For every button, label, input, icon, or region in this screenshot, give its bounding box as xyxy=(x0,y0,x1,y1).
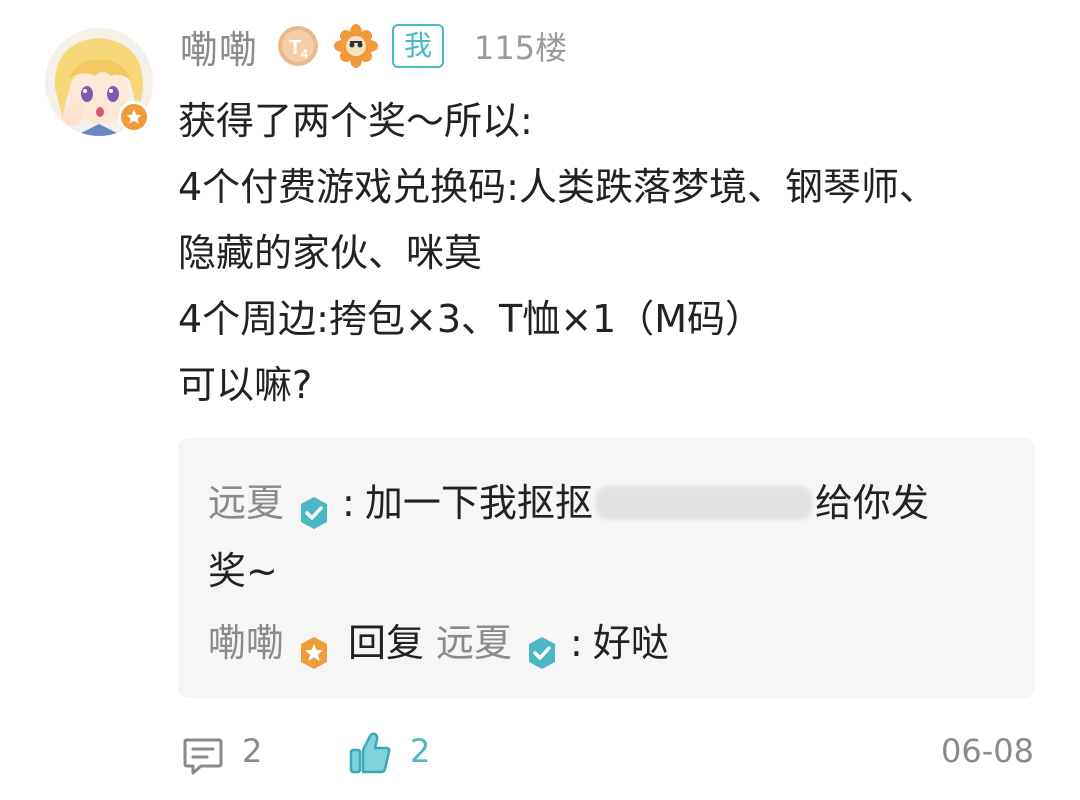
reply-text: 好哒 xyxy=(592,621,669,665)
reply-separator: : xyxy=(342,481,355,525)
content-line: 可以嘛? xyxy=(178,363,313,407)
reply-word: 回复 xyxy=(348,621,425,665)
reply-item[interactable]: 远夏 : 加一下我抠抠 给你发 xyxy=(208,470,929,536)
reply-text: 加一下我抠抠 xyxy=(364,481,593,525)
comment-footer: 2 2 06-08 xyxy=(0,722,1080,786)
svg-text:4: 4 xyxy=(301,47,308,61)
comment-header: 嘞嘞 T 4 我 115楼 xyxy=(180,20,567,72)
reply-text: 给你发 xyxy=(814,481,929,525)
post-date: 06-08 xyxy=(941,732,1034,770)
redacted-text xyxy=(594,486,813,520)
comment-content: 获得了两个奖～所以: 4个付费游戏兑换码:人类跌落梦境、钢琴师、 隐藏的家伙、咪… xyxy=(178,88,1018,418)
verified-check-icon xyxy=(296,485,332,529)
reply-item[interactable]: 嘞嘞 回复 远夏 : 好哒 xyxy=(208,610,669,676)
reply-box[interactable]: 远夏 : 加一下我抠抠 给你发 奖~ 嘞嘞 回复 远夏 : 好哒 xyxy=(178,438,1035,698)
reply-target[interactable]: 远夏 xyxy=(436,610,512,676)
me-tag: 我 xyxy=(392,24,445,68)
reply-author[interactable]: 远夏 xyxy=(208,470,284,536)
content-line: 隐藏的家伙、咪莫 xyxy=(178,231,483,275)
flower-badge-icon xyxy=(334,24,379,68)
svg-text:T: T xyxy=(289,37,301,59)
like-count: 2 xyxy=(410,732,431,770)
reply-separator: : xyxy=(570,621,583,665)
reply-author[interactable]: 嘞嘞 xyxy=(208,610,284,676)
verified-check-icon xyxy=(524,625,560,669)
reply-text-wrap: 奖~ xyxy=(208,549,278,593)
content-line: 4个付费游戏兑换码:人类跌落梦境、钢琴师、 xyxy=(178,165,937,209)
comment-count: 2 xyxy=(242,732,263,770)
content-line: 获得了两个奖～所以: xyxy=(178,99,533,143)
content-line: 4个周边:挎包×3、T恤×1（M码） xyxy=(178,297,764,341)
star-badge-icon xyxy=(118,101,150,133)
star-badge-icon xyxy=(296,625,332,669)
floor-number: 115楼 xyxy=(474,29,568,67)
level-t4-icon: T 4 xyxy=(276,24,320,68)
username[interactable]: 嘞嘞 xyxy=(180,19,258,74)
comment-icon[interactable] xyxy=(181,734,225,778)
thumbs-up-icon[interactable] xyxy=(348,730,392,776)
